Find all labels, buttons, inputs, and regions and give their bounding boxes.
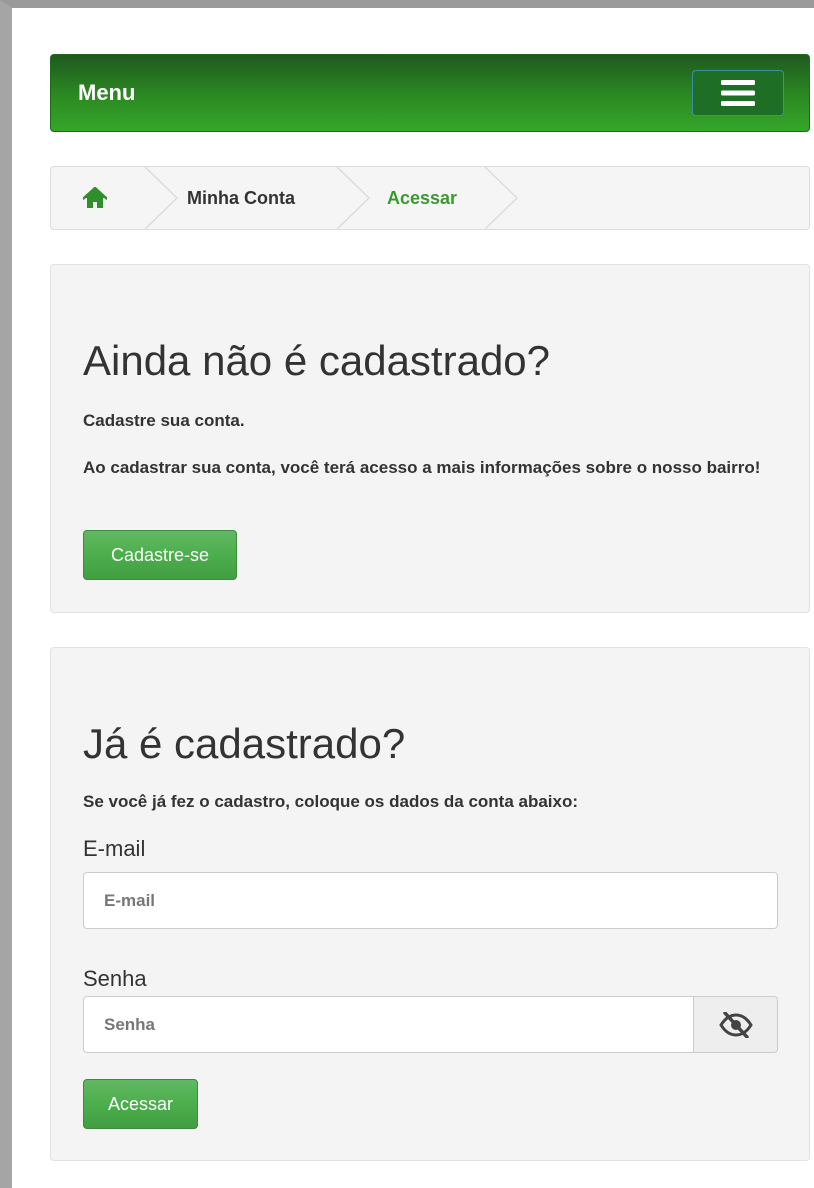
eye-slash-icon: [718, 1011, 753, 1038]
login-instructions: Se você já fez o cadastro, coloque os da…: [83, 792, 579, 811]
breadcrumb-label: Acessar: [387, 187, 458, 208]
breadcrumb: Minha Conta Acessar: [50, 166, 810, 230]
breadcrumb-separator: [484, 167, 519, 229]
menu-toggle-button[interactable]: [692, 70, 784, 116]
browser-frame: Menu Minha Conta Acessar Ainda não é cad…: [0, 0, 814, 1188]
email-field[interactable]: [83, 872, 778, 929]
register-title: Ainda não é cadastrado?: [83, 337, 551, 384]
breadcrumb-separator: [336, 167, 371, 229]
breadcrumb-label: Minha Conta: [187, 187, 295, 208]
register-description: Ao cadastrar sua conta, você terá acesso…: [83, 458, 761, 477]
login-title: Já é cadastrado?: [83, 720, 406, 767]
breadcrumb-home[interactable]: [83, 167, 107, 229]
breadcrumb-item-minha-conta[interactable]: Minha Conta: [187, 167, 295, 229]
breadcrumb-separator: [144, 167, 179, 229]
login-panel: Já é cadastrado? Se você já fez o cadast…: [50, 647, 810, 1161]
email-label: E-mail: [83, 836, 146, 861]
register-button[interactable]: Cadastre-se: [83, 530, 237, 580]
navbar-brand[interactable]: Menu: [78, 77, 135, 109]
toggle-password-visibility-button[interactable]: [694, 996, 778, 1053]
register-panel: Ainda não é cadastrado? Cadastre sua con…: [50, 264, 810, 613]
password-field[interactable]: [83, 996, 694, 1053]
page-container: Menu Minha Conta Acessar Ainda não é cad…: [50, 54, 810, 1161]
home-icon: [83, 187, 107, 208]
password-label: Senha: [83, 966, 147, 991]
breadcrumb-item-acessar: Acessar: [387, 167, 457, 229]
navbar: Menu: [50, 54, 810, 132]
hamburger-icon: [721, 80, 755, 106]
login-submit-button[interactable]: Acessar: [83, 1079, 198, 1129]
register-subtitle: Cadastre sua conta.: [83, 411, 245, 430]
